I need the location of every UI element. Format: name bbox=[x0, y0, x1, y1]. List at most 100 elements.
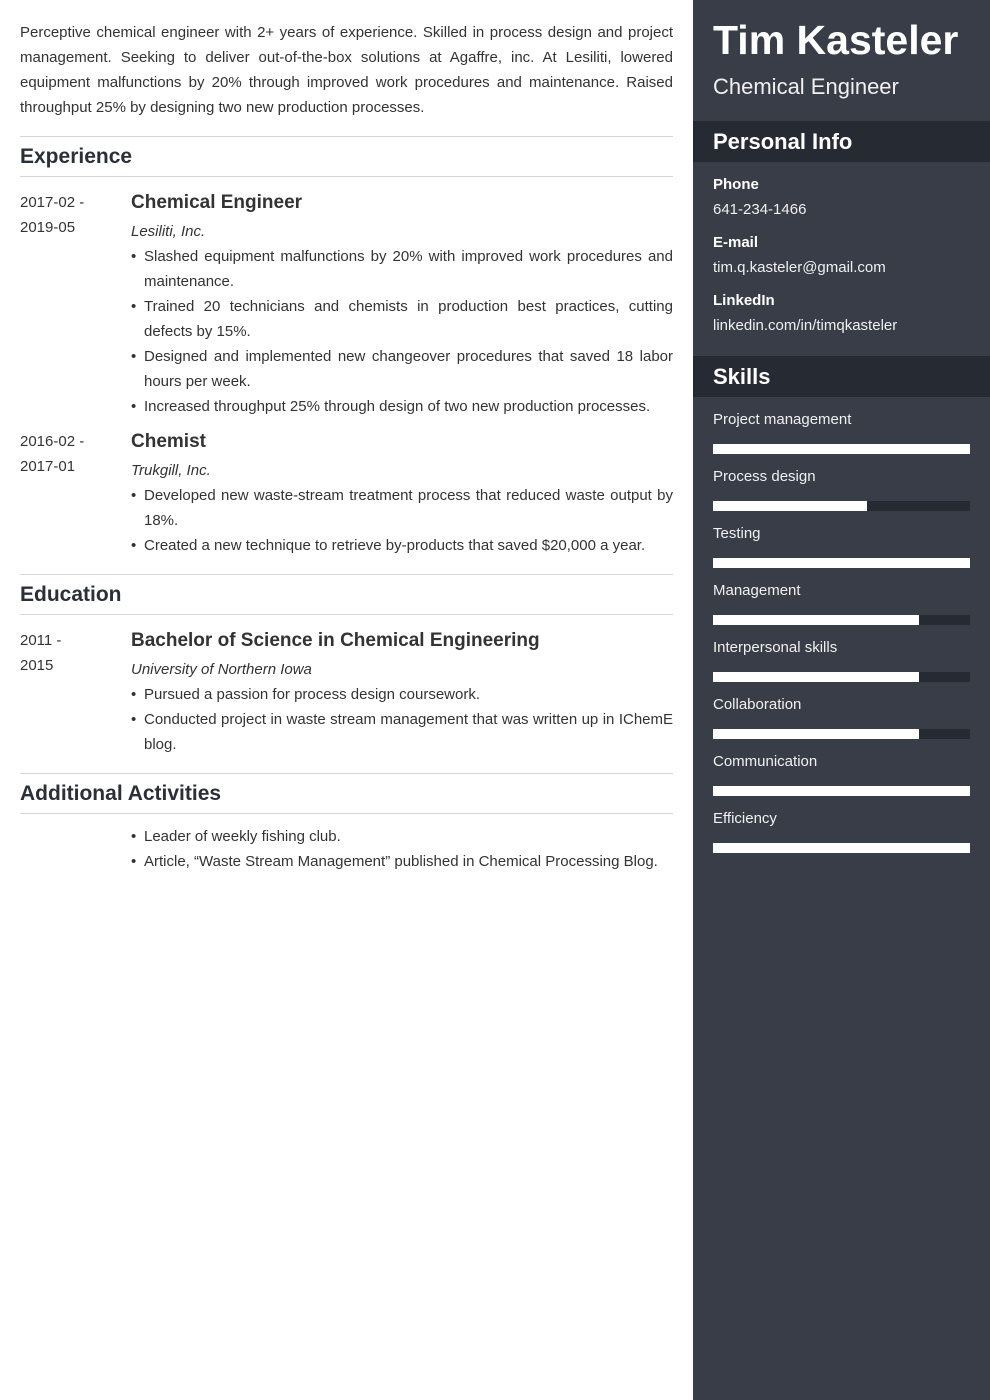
entry-body: Chemical Engineer Lesiliti, Inc. • Slashe… bbox=[131, 190, 673, 419]
skill-item: Collaboration bbox=[713, 695, 970, 739]
candidate-name: Tim Kasteler bbox=[713, 17, 959, 63]
entry-body: Chemist Trukgill, Inc. • Developed new wa… bbox=[131, 429, 673, 558]
experience-entry: 2016-02 - 2017-01 Chemist Trukgill, Inc.… bbox=[20, 429, 673, 558]
experience-heading: Experience bbox=[20, 136, 673, 177]
skill-level-bar bbox=[713, 615, 970, 625]
bullet-icon: • bbox=[131, 398, 137, 415]
personal-info-heading: Personal Info bbox=[693, 121, 990, 162]
bullet-icon: • bbox=[131, 537, 137, 554]
school-name: University of Northern Iowa bbox=[131, 661, 312, 678]
list-item-text: Developed new waste-stream treatment pro… bbox=[144, 487, 673, 529]
entry-body: • Leader of weekly fishing club. • Article… bbox=[131, 824, 673, 874]
list-item-text: Trained 20 technicians and chemists in p… bbox=[144, 298, 673, 340]
skill-name: Testing bbox=[713, 525, 761, 542]
list-item: • Increased throughput 25% through design… bbox=[131, 394, 673, 419]
main-column: Perceptive chemical engineer with 2+ yea… bbox=[0, 0, 693, 1400]
date-end: 2015 bbox=[20, 657, 54, 674]
date-start: 2017-02 - bbox=[20, 194, 85, 211]
profile-summary: Perceptive chemical engineer with 2+ yea… bbox=[20, 24, 673, 116]
skill-item: Interpersonal skills bbox=[713, 638, 970, 682]
bullet-list: • Pursued a passion for process design co… bbox=[131, 682, 673, 757]
skill-level-fill bbox=[713, 615, 919, 625]
job-title: Chemical Engineer bbox=[131, 192, 303, 213]
list-item: • Developed new waste-stream treatment pr… bbox=[131, 483, 673, 533]
skill-level-bar bbox=[713, 558, 970, 568]
skill-name: Project management bbox=[713, 411, 852, 428]
skill-level-fill bbox=[713, 501, 868, 511]
list-item: • Designed and implemented new changeover… bbox=[131, 344, 673, 394]
company-name: Lesiliti, Inc. bbox=[131, 223, 206, 240]
phone-value: 641-234-1466 bbox=[713, 201, 807, 218]
skill-item: Communication bbox=[713, 752, 970, 796]
entry-dates bbox=[20, 824, 131, 874]
education-entry: 2011 - 2015 Bachelor of Science in Chemi… bbox=[20, 628, 673, 757]
list-item-text: Pursued a passion for process design cou… bbox=[144, 686, 481, 703]
bullet-icon: • bbox=[131, 248, 137, 265]
bullet-icon: • bbox=[131, 298, 137, 315]
skill-name: Efficiency bbox=[713, 810, 777, 827]
entry-dates: 2011 - 2015 bbox=[20, 628, 131, 757]
skill-level-fill bbox=[713, 786, 970, 796]
info-linkedin: LinkedIn linkedin.com/in/timqkasteler bbox=[713, 291, 970, 336]
linkedin-value[interactable]: linkedin.com/in/timqkasteler bbox=[713, 316, 970, 336]
list-item-text: Leader of weekly fishing club. bbox=[144, 828, 341, 845]
skill-level-fill bbox=[713, 843, 970, 853]
list-item-text: Slashed equipment malfunctions by 20% wi… bbox=[144, 248, 673, 290]
email-value[interactable]: tim.q.kasteler@gmail.com bbox=[713, 258, 970, 278]
skill-level-bar bbox=[713, 729, 970, 739]
list-item-text: Created a new technique to retrieve by-p… bbox=[144, 537, 646, 554]
info-phone: Phone 641-234-1466 bbox=[713, 175, 970, 220]
skills-heading: Skills bbox=[693, 356, 990, 397]
list-item: • Slashed equipment malfunctions by 20% w… bbox=[131, 244, 673, 294]
skill-name: Interpersonal skills bbox=[713, 639, 838, 656]
activities-list: • Leader of weekly fishing club. • Article… bbox=[20, 824, 673, 874]
bullet-icon: • bbox=[131, 686, 137, 703]
company-name: Trukgill, Inc. bbox=[131, 462, 211, 479]
entry-body: Bachelor of Science in Chemical Engineer… bbox=[131, 628, 673, 757]
entry-dates: 2016-02 - 2017-01 bbox=[20, 429, 131, 558]
list-item: • Pursued a passion for process design co… bbox=[131, 682, 673, 707]
skill-name: Process design bbox=[713, 468, 816, 485]
bullet-icon: • bbox=[131, 853, 137, 870]
bullet-icon: • bbox=[131, 711, 137, 728]
skill-item: Project management bbox=[713, 410, 970, 454]
date-start: 2016-02 - bbox=[20, 433, 85, 450]
skill-level-bar bbox=[713, 843, 970, 853]
skill-item: Efficiency bbox=[713, 809, 970, 853]
skill-item: Process design bbox=[713, 467, 970, 511]
list-item: • Created a new technique to retrieve by-… bbox=[131, 533, 673, 558]
skill-level-fill bbox=[713, 729, 919, 739]
bullet-icon: • bbox=[131, 828, 137, 845]
bullet-list: • Slashed equipment malfunctions by 20% w… bbox=[131, 244, 673, 419]
list-item: • Trained 20 technicians and chemists in … bbox=[131, 294, 673, 344]
skill-name: Management bbox=[713, 582, 801, 599]
experience-entry: 2017-02 - 2019-05 Chemical Engineer Lesi… bbox=[20, 190, 673, 419]
education-list: 2011 - 2015 Bachelor of Science in Chemi… bbox=[20, 628, 673, 757]
bullet-icon: • bbox=[131, 487, 137, 504]
info-label: LinkedIn bbox=[713, 292, 775, 309]
bullet-list: • Developed new waste-stream treatment pr… bbox=[131, 483, 673, 558]
activities-heading: Additional Activities bbox=[20, 773, 673, 814]
info-label: E-mail bbox=[713, 234, 759, 251]
list-item: • Article, “Waste Stream Management” publ… bbox=[131, 849, 673, 874]
bullet-icon: • bbox=[131, 348, 137, 365]
sidebar: Tim Kasteler Chemical Engineer Personal … bbox=[693, 0, 990, 1400]
candidate-role: Chemical Engineer bbox=[713, 74, 899, 99]
list-item: • Conducted project in waste stream manag… bbox=[131, 707, 673, 757]
info-label: Phone bbox=[713, 176, 759, 193]
skill-item: Testing bbox=[713, 524, 970, 568]
job-title: Chemist bbox=[131, 431, 206, 452]
skill-level-bar bbox=[713, 786, 970, 796]
skill-level-bar bbox=[713, 672, 970, 682]
education-heading: Education bbox=[20, 574, 673, 615]
personal-info: Phone 641-234-1466 E-mail tim.q.kasteler… bbox=[693, 175, 990, 336]
skill-item: Management bbox=[713, 581, 970, 625]
skills-list: Project management Process design Testing M… bbox=[693, 410, 990, 853]
info-email: E-mail tim.q.kasteler@gmail.com bbox=[713, 233, 970, 278]
skill-level-fill bbox=[713, 558, 970, 568]
bullet-list: • Leader of weekly fishing club. • Article… bbox=[131, 824, 673, 874]
skill-level-bar bbox=[713, 501, 970, 511]
date-end: 2017-01 bbox=[20, 458, 76, 475]
entry-dates: 2017-02 - 2019-05 bbox=[20, 190, 131, 419]
degree-title: Bachelor of Science in Chemical Engineer… bbox=[131, 630, 540, 651]
